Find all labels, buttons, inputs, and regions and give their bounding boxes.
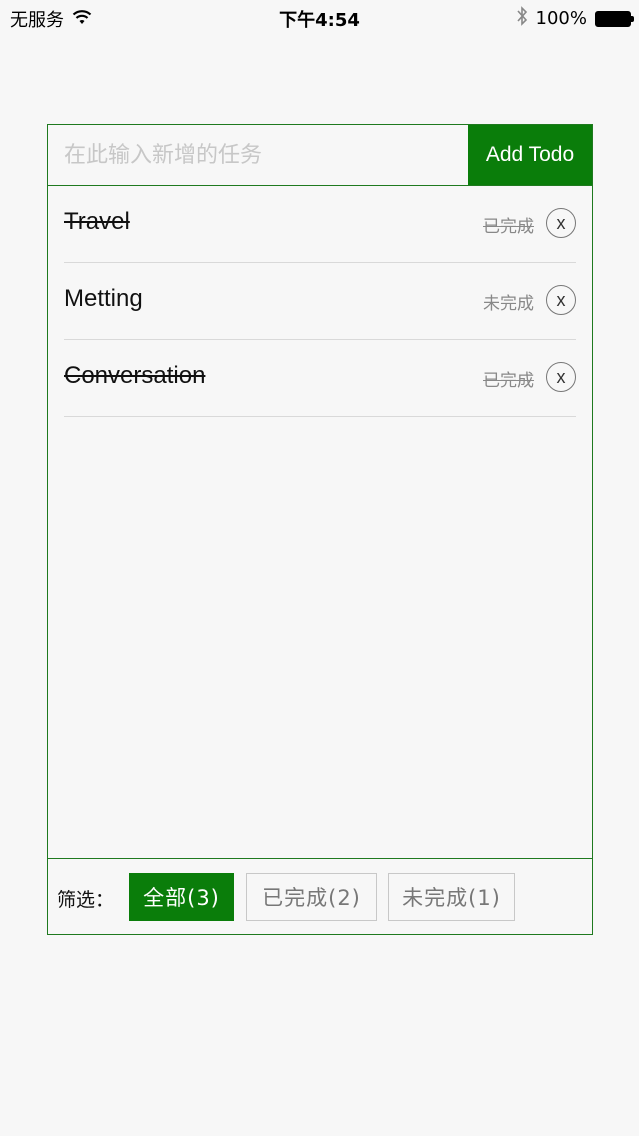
filter-completed-button[interactable]: 已完成(2) [246,873,377,921]
battery-icon [595,10,634,27]
filter-incomplete-button[interactable]: 未完成(1) [388,873,515,921]
bluetooth-icon [516,6,528,31]
todo-item: Conversation 已完成 x [64,340,576,417]
delete-button[interactable]: x [546,208,576,238]
status-right: 100% [516,6,634,31]
todo-text[interactable]: Conversation [64,362,205,390]
todo-status-toggle[interactable]: 已完成 [483,212,534,237]
filter-label: 筛选： [57,889,115,911]
todo-item: Metting 未完成 x [64,263,576,340]
todo-card: Add Todo Travel 已完成 x Metting 未完成 x Conv… [47,124,593,935]
add-todo-button[interactable]: Add Todo [468,125,592,185]
delete-button[interactable]: x [546,285,576,315]
todo-list: Travel 已完成 x Metting 未完成 x Conversation … [64,186,576,417]
todo-text[interactable]: Metting [64,285,143,313]
todo-status-toggle[interactable]: 已完成 [483,366,534,391]
input-row: Add Todo [48,125,592,186]
delete-button[interactable]: x [546,362,576,392]
new-task-input[interactable] [48,125,468,185]
filter-bar: 筛选： 全部(3) 已完成(2) 未完成(1) [48,858,592,935]
status-bar: 无服务 下午4:54 100% [0,0,639,34]
todo-status-toggle[interactable]: 未完成 [483,289,534,314]
filter-all-button[interactable]: 全部(3) [129,873,234,921]
todo-text[interactable]: Travel [64,208,130,236]
todo-item: Travel 已完成 x [64,186,576,263]
battery-percent: 100% [535,8,587,29]
